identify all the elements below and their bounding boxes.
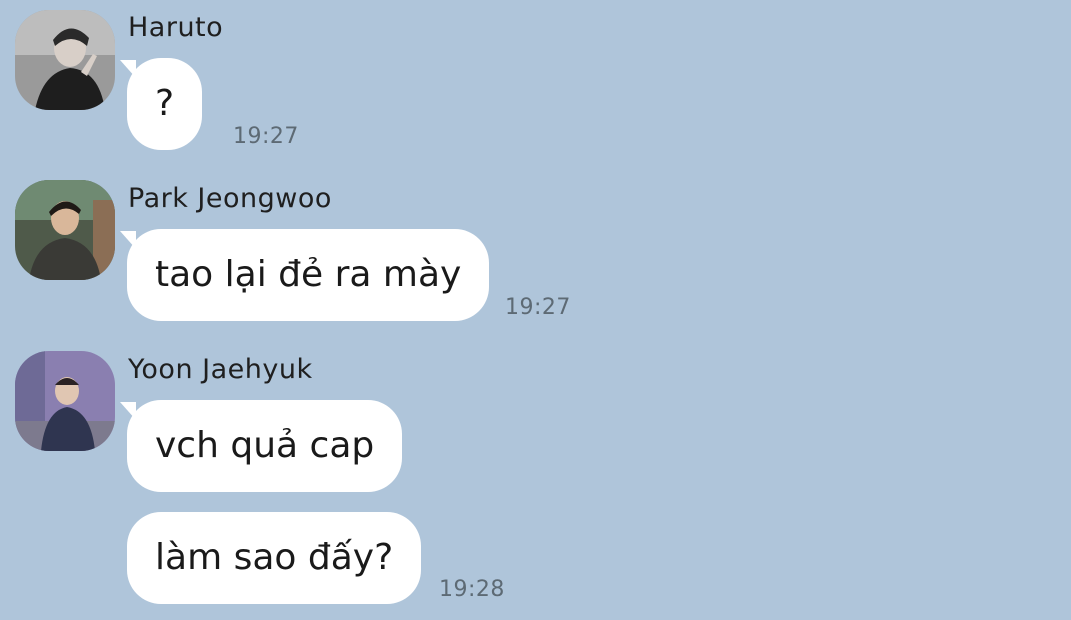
message-bubble[interactable]: làm sao đấy?	[127, 512, 422, 604]
avatar-yoon-jaehyuk[interactable]	[15, 351, 115, 451]
sender-name: Park Jeongwoo	[128, 183, 332, 214]
message-timestamp: 19:28	[439, 577, 505, 602]
sender-name: Yoon Jaehyuk	[128, 354, 313, 385]
sender-name: Haruto	[128, 12, 224, 43]
avatar-photo-icon	[15, 10, 115, 110]
chat-window: Haruto ? 19:27 Park Jeongwoo tao lại đẻ …	[0, 0, 1071, 620]
message-bubble[interactable]: vch quả cap	[119, 400, 403, 492]
message-timestamp: 19:27	[233, 124, 299, 149]
message-bubble[interactable]: tao lại đẻ ra mày	[119, 229, 490, 321]
message-timestamp: 19:27	[505, 295, 571, 320]
avatar-haruto[interactable]	[15, 10, 115, 110]
message-bubble[interactable]: ?	[119, 58, 203, 150]
avatar-photo-icon	[15, 351, 115, 451]
avatar-park-jeongwoo[interactable]	[15, 180, 115, 280]
avatar-photo-icon	[15, 180, 115, 280]
